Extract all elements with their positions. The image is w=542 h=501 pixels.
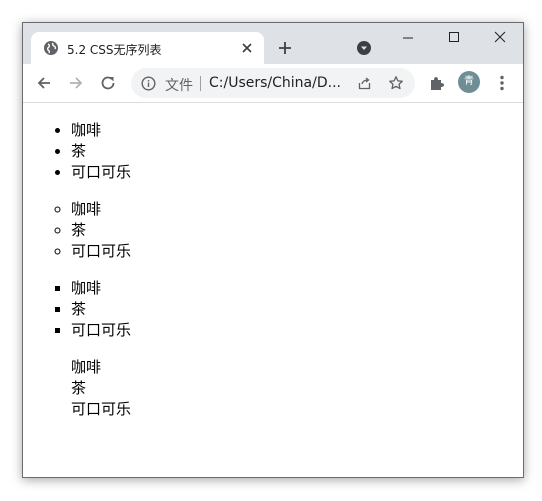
list-item: 咖啡	[71, 120, 523, 141]
share-icon[interactable]	[357, 76, 372, 91]
list-item: 咖啡	[71, 358, 102, 376]
page-content: 咖啡 茶 可口可乐 咖啡 茶 可口可乐 咖啡 茶 可口可乐 咖啡 茶 可口可乐	[23, 103, 523, 477]
arrow-right-icon[interactable]	[67, 74, 85, 92]
minimize-icon[interactable]	[401, 31, 415, 45]
omnibox-divider	[200, 76, 201, 91]
list-item: 可口可乐	[71, 400, 132, 418]
list-item: 咖啡	[71, 278, 523, 299]
avatar[interactable]: 青	[458, 71, 480, 93]
window-close-icon[interactable]	[493, 30, 507, 44]
tab-title: 5.2 CSS无序列表	[67, 43, 162, 57]
chevron-down-icon[interactable]	[357, 41, 371, 55]
url-text[interactable]: C:/Users/China/D...	[209, 75, 349, 91]
maximize-icon[interactable]	[447, 30, 461, 44]
close-icon[interactable]	[240, 41, 254, 55]
list-item: 可口可乐	[71, 241, 523, 262]
list-none: 咖啡 茶 可口可乐	[23, 357, 523, 420]
arrow-left-icon[interactable]	[35, 74, 53, 92]
list-circle: 咖啡 茶 可口可乐	[23, 199, 523, 262]
site-label: 文件	[165, 78, 193, 94]
tab-active[interactable]: 5.2 CSS无序列表	[31, 32, 264, 64]
address-bar[interactable]: 文件 C:/Users/China/D...	[131, 68, 415, 98]
list-item: 茶	[71, 141, 523, 162]
star-icon[interactable]	[388, 75, 404, 91]
plus-icon[interactable]	[277, 40, 293, 56]
list-item: 茶	[71, 379, 87, 397]
list-disc: 咖啡 茶 可口可乐	[23, 120, 523, 183]
list-square: 咖啡 茶 可口可乐	[23, 278, 523, 341]
info-icon[interactable]	[141, 76, 156, 91]
reload-icon[interactable]	[99, 74, 117, 92]
list-item: 茶	[71, 299, 523, 320]
globe-icon	[43, 40, 59, 56]
puzzle-icon[interactable]	[428, 74, 446, 92]
kebab-menu-icon[interactable]	[495, 74, 509, 92]
list-item: 可口可乐	[71, 162, 523, 183]
list-item: 茶	[71, 220, 523, 241]
list-item: 可口可乐	[71, 320, 523, 341]
browser-window: 5.2 CSS无序列表 文件 C:/Users/China/D... 青 • 咖…	[22, 22, 524, 478]
list-item: 咖啡	[71, 199, 523, 220]
toolbar: 文件 C:/Users/China/D... 青	[23, 64, 523, 103]
tab-strip: 5.2 CSS无序列表	[23, 23, 523, 64]
